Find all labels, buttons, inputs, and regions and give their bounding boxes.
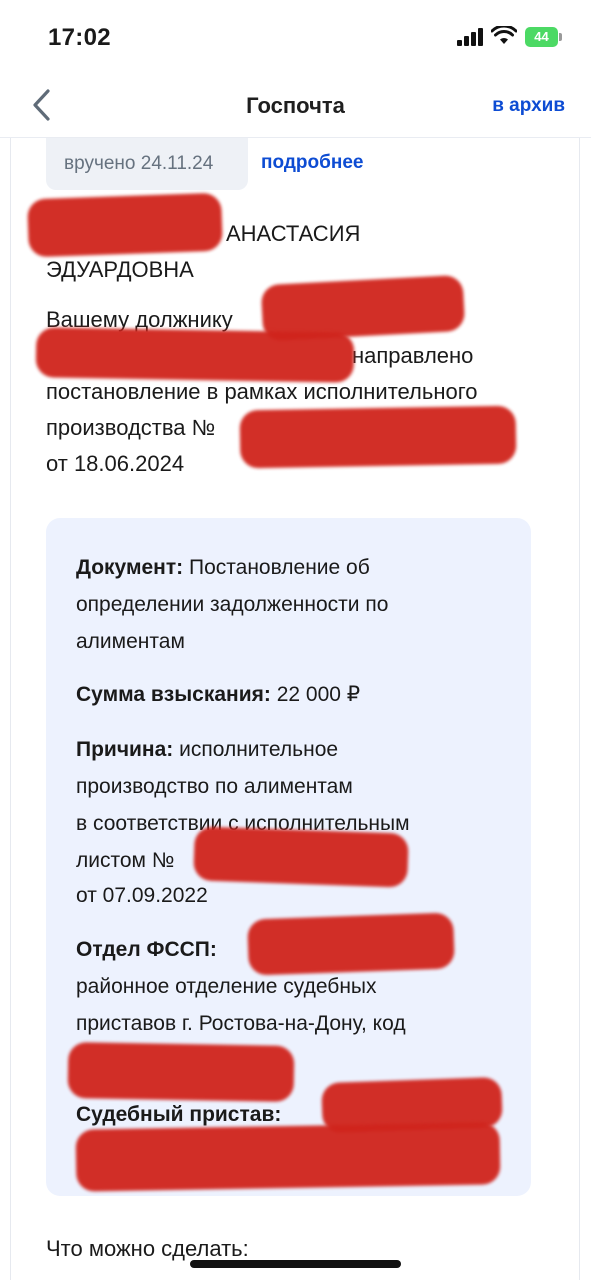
amount-row: Сумма взыскания: 22 000 ₽ <box>76 676 360 713</box>
redaction-mark <box>75 1122 501 1192</box>
status-time: 17:02 <box>48 24 111 51</box>
status-bar: 17:02 44 <box>0 0 591 72</box>
details-link[interactable]: подробнее <box>261 152 363 174</box>
document-row: Документ: Постановление об <box>76 549 370 586</box>
recipient-name-line2: ЭДУАРДОВНА <box>46 257 194 282</box>
delivered-badge: вручено 24.11.24 <box>46 138 248 190</box>
reason-row: Причина: исполнительное <box>76 731 338 768</box>
document-value-line2: определении задолженности по <box>76 593 389 616</box>
body-line-5: от 18.06.2024 <box>46 451 185 476</box>
reason-label: Причина: <box>76 738 174 761</box>
reason-value: исполнительное <box>179 738 339 761</box>
department-value-line2: приставов г. Ростова-на-Дону, код <box>76 1012 406 1035</box>
body-line-2: направлено <box>352 343 474 368</box>
reason-value-line2: производство по алиментам <box>76 775 353 798</box>
redaction-mark <box>193 826 409 888</box>
department-value-line1: районное отделение судебных <box>76 975 377 998</box>
battery-level: 44 <box>525 27 558 47</box>
home-indicator[interactable] <box>190 1260 401 1268</box>
redaction-mark <box>239 405 517 469</box>
battery-icon: 44 <box>525 27 563 47</box>
redaction-mark <box>35 327 355 383</box>
card-right-border <box>579 138 580 1280</box>
reason-value-line5: от 07.09.2022 <box>76 884 208 907</box>
amount-value: 22 000 ₽ <box>276 683 361 706</box>
document-value: Постановление об <box>188 556 370 579</box>
cellular-signal-icon <box>457 28 483 46</box>
actions-heading: Что можно сделать: <box>46 1236 249 1261</box>
body-line-4: производства № <box>46 415 216 440</box>
card-left-border <box>10 138 11 1280</box>
reason-value-line4: листом № <box>76 849 175 872</box>
wifi-icon <box>491 26 517 44</box>
recipient-name-line1: АНАСТАСИЯ <box>226 221 361 246</box>
bailiff-label: Судебный пристав: <box>76 1103 282 1126</box>
navigation-bar: Госпочта в архив <box>0 72 591 138</box>
department-row: Отдел ФССП: <box>76 931 217 968</box>
document-label: Документ: <box>76 556 184 579</box>
archive-button[interactable]: в архив <box>492 95 565 117</box>
amount-label: Сумма взыскания: <box>76 683 271 706</box>
document-value-line3: алиментам <box>76 630 185 653</box>
redaction-mark <box>27 192 223 258</box>
department-label: Отдел ФССП: <box>76 938 217 961</box>
redaction-mark <box>67 1042 295 1102</box>
redaction-mark <box>247 912 455 976</box>
